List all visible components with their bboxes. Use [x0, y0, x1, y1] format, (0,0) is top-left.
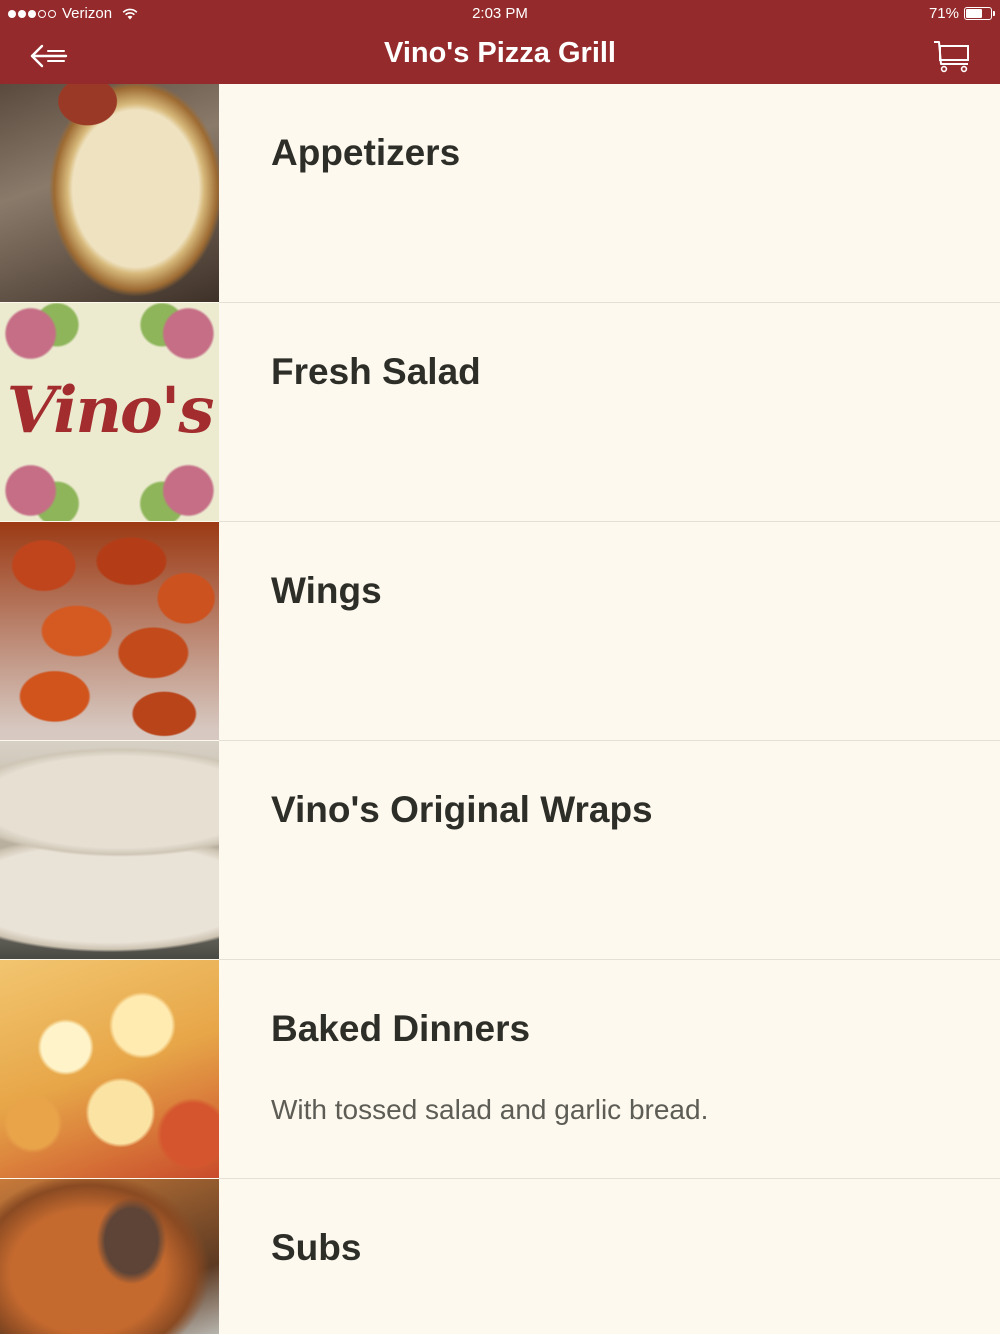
- menu-item-title: Appetizers: [271, 132, 461, 173]
- menu-item-subs[interactable]: Subs: [0, 1179, 1000, 1334]
- menu-item-title: Baked Dinners: [271, 1008, 531, 1049]
- garlic-bread-photo: [0, 84, 219, 302]
- menu-item-appetizers[interactable]: Appetizers: [0, 84, 1000, 303]
- menu-item-baked-dinners[interactable]: Baked Dinners With tossed salad and garl…: [0, 960, 1000, 1179]
- menu-item-wings[interactable]: Wings: [0, 522, 1000, 741]
- menu-item-original-wraps[interactable]: Vino's Original Wraps: [0, 741, 1000, 960]
- wraps-photo: [0, 741, 219, 959]
- menu-item-description: With tossed salad and garlic bread.: [271, 1094, 709, 1125]
- menu-item-title: Wings: [271, 570, 382, 611]
- battery-percent: 71%: [928, 5, 959, 22]
- status-right: 71%: [928, 5, 995, 22]
- menu-item-title: Fresh Salad: [271, 351, 481, 392]
- menu-item-fresh-salad[interactable]: Vino's Fresh Salad: [0, 303, 1000, 522]
- status-bar: Verizon 2:03 PM 71%: [0, 0, 1000, 28]
- baked-dinner-photo: [0, 960, 219, 1178]
- battery-icon: [964, 7, 995, 20]
- top-bar: Verizon 2:03 PM 71% Vino's Pizza Grill: [0, 0, 1000, 84]
- wings-photo: [0, 522, 219, 740]
- menu-item-title: Vino's Original Wraps: [271, 789, 653, 830]
- vinos-logo: Vino's: [0, 303, 219, 521]
- status-time: 2:03 PM: [472, 5, 528, 22]
- logo-script-text: Vino's: [6, 373, 215, 448]
- subs-photo: [0, 1179, 219, 1334]
- shopping-cart-icon[interactable]: [932, 38, 972, 74]
- battery-fill: [966, 9, 982, 18]
- menu-item-title: Subs: [271, 1227, 362, 1268]
- navigation-bar: Vino's Pizza Grill: [0, 28, 1000, 84]
- page-title: Vino's Pizza Grill: [384, 37, 616, 69]
